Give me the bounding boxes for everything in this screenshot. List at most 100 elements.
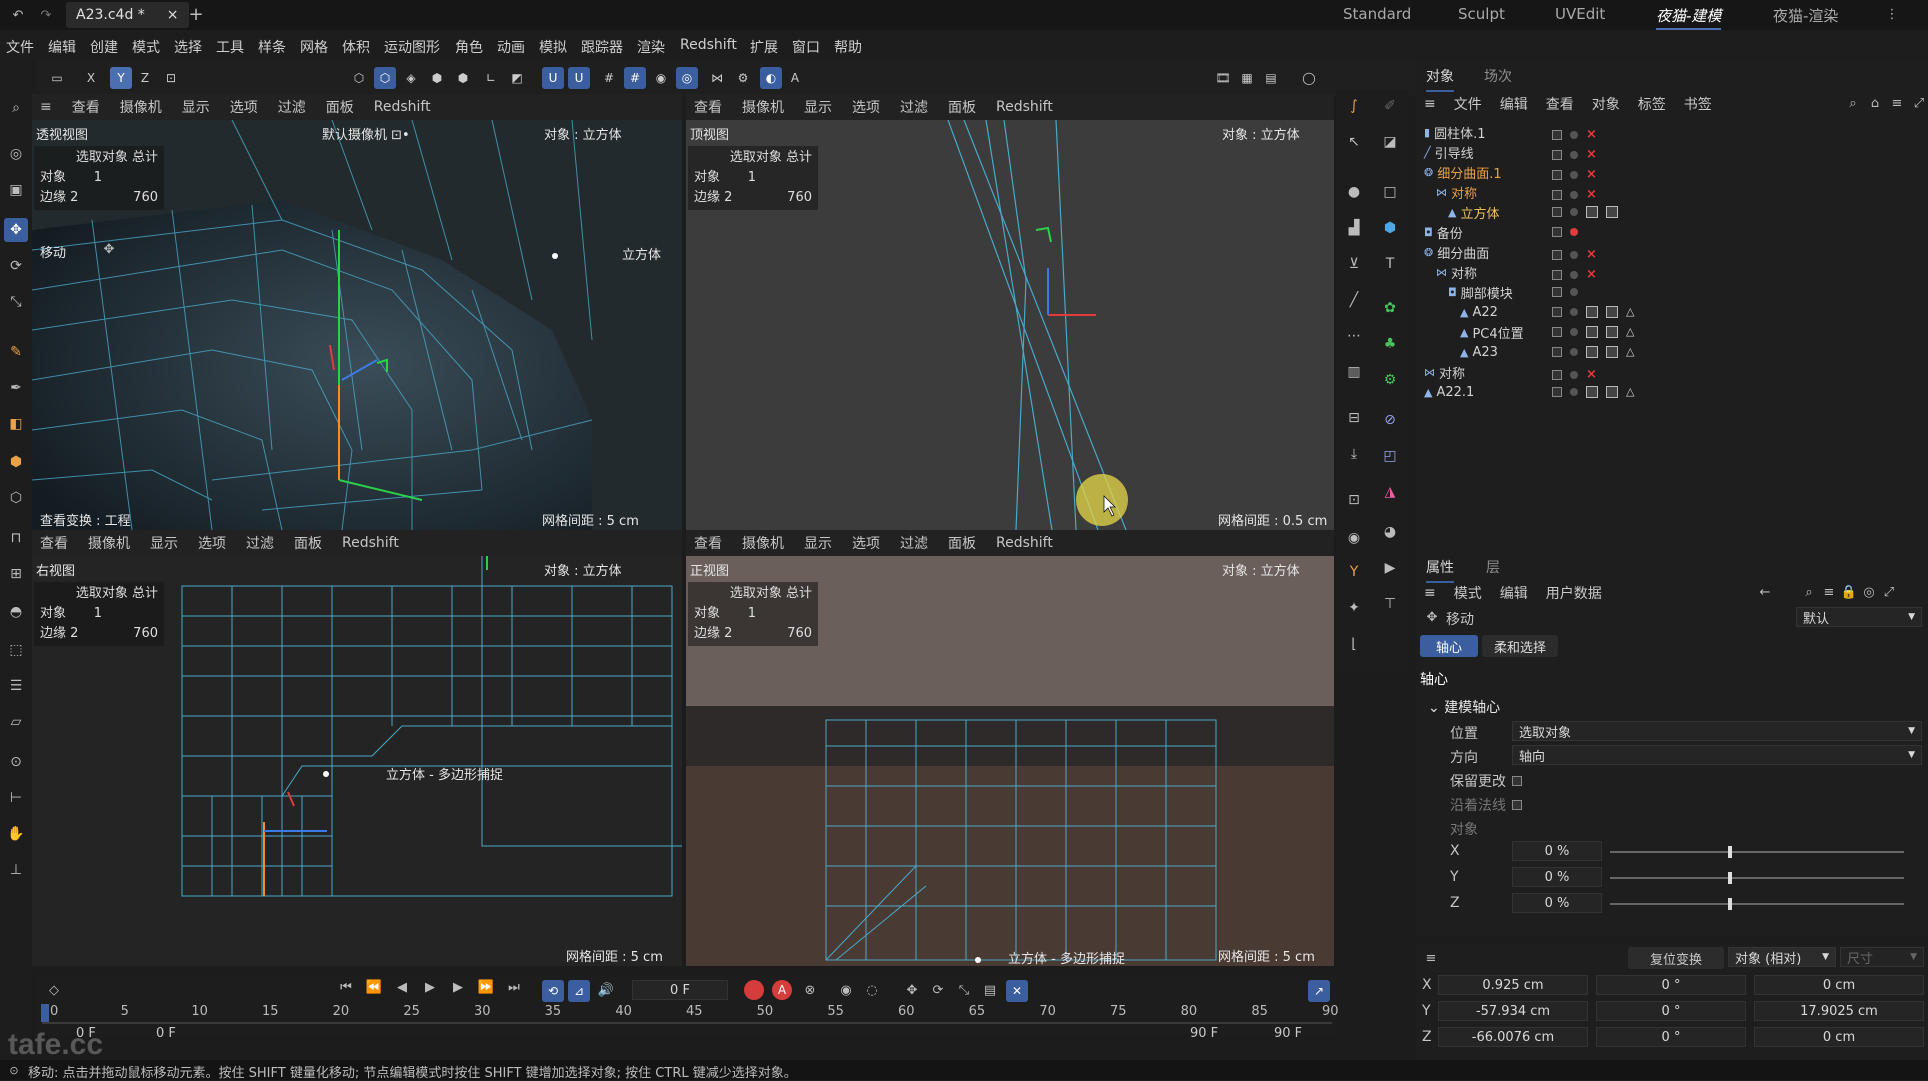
disabled-x-icon[interactable]: × [1586, 127, 1597, 142]
vp-menu-display[interactable]: 显示 [804, 533, 832, 553]
menu-select[interactable]: 选择 [174, 37, 202, 57]
axis-z-button[interactable]: Z [134, 67, 156, 89]
viewport-solo-icon[interactable]: ◐ [760, 67, 782, 89]
workplane-icon[interactable]: ⊓ [4, 526, 28, 550]
preset-dropdown[interactable]: 默认 ▼ [1796, 607, 1922, 627]
tab-objects[interactable]: 对象 [1426, 66, 1454, 92]
menu-redshift[interactable]: Redshift [680, 37, 737, 53]
visibility-dot[interactable] [1570, 328, 1578, 336]
key-pla-icon[interactable]: ✕ [1006, 980, 1028, 1002]
auto-icon[interactable]: A [784, 67, 806, 89]
subtab-pivot[interactable]: 轴心 [1420, 635, 1478, 657]
disabled-x-icon[interactable]: × [1586, 247, 1597, 262]
live-select-icon[interactable]: ◎ [4, 142, 28, 166]
filter-icon[interactable]: ≡ [1888, 94, 1906, 112]
end-frame[interactable]: 90 F [1274, 1026, 1302, 1041]
layer-checkbox[interactable] [1552, 169, 1562, 180]
phong-tag-icon[interactable] [1606, 326, 1618, 338]
keep-changes-checkbox[interactable] [1512, 776, 1522, 786]
ruler-icon[interactable]: ⊥ [4, 858, 28, 882]
drop-icon[interactable]: ⤓ [1342, 442, 1366, 466]
visibility-dot[interactable] [1570, 308, 1578, 316]
vp-menu-camera[interactable]: 摄像机 [742, 533, 784, 553]
vp-menu-panel[interactable]: 面板 [326, 97, 354, 117]
layer-checkbox[interactable] [1552, 129, 1562, 140]
viewport-front[interactable]: 查看 摄像机 显示 选项 过滤 面板 Redshift 正视图 对象 : 立方体… [686, 530, 1334, 966]
hamburger-icon[interactable]: ≡ [1422, 949, 1440, 967]
vp-menu-redshift[interactable]: Redshift [374, 99, 431, 115]
preview-end-frame[interactable]: 90 F [1190, 1026, 1218, 1041]
obj-menu-tags[interactable]: 标签 [1638, 94, 1666, 114]
key-scale-icon[interactable]: ⤡ [954, 980, 974, 1000]
triangle-tag-icon[interactable]: △ [1626, 386, 1638, 398]
play-icon[interactable]: ▶ [420, 980, 440, 995]
axis-y-button[interactable]: Y [110, 67, 132, 89]
viewport-right[interactable]: 查看 摄像机 显示 选项 过滤 面板 Redshift 右视图 对象: 立方体… [32, 530, 682, 966]
vp-menu-filter[interactable]: 过滤 [246, 533, 274, 553]
hand-icon[interactable]: ✋ [4, 822, 28, 846]
axis-slider[interactable] [1610, 872, 1904, 884]
branch-icon[interactable]: Y [1342, 560, 1366, 584]
vp-menu-view[interactable]: 查看 [694, 97, 722, 117]
coord-pos-field[interactable]: 0.925 cm [1438, 975, 1588, 995]
menu-simulate[interactable]: 模拟 [539, 37, 567, 57]
dotted-select-icon[interactable]: ⊡ [1342, 488, 1366, 512]
menu-create[interactable]: 创建 [90, 37, 118, 57]
material-tag-icon[interactable] [1586, 346, 1598, 358]
hamburger-icon[interactable]: ≡ [1424, 585, 1436, 601]
square-icon[interactable]: □ [1378, 180, 1402, 204]
material-tag-icon[interactable] [1586, 206, 1598, 218]
prev-key-icon[interactable]: ⏪ [364, 980, 384, 995]
layer-checkbox[interactable] [1552, 369, 1562, 380]
go-to-start-icon[interactable]: ⏮ [336, 980, 356, 995]
axis-x-button[interactable]: X [80, 67, 102, 89]
coord-system-icon[interactable]: ⊡ [160, 67, 182, 89]
pen-disabled-icon[interactable]: ✐ [1378, 94, 1402, 118]
tab-attributes[interactable]: 属性 [1426, 557, 1454, 583]
viewport-top[interactable]: 查看 摄像机 显示 选项 过滤 面板 Redshift 顶视图 对象 : 立方体… [686, 94, 1334, 530]
field-icon[interactable]: ◮ [1378, 480, 1402, 504]
workplane-snap-icon[interactable]: # [624, 67, 646, 89]
object-row[interactable]: ▲ PC4位置 △ [1416, 322, 1928, 342]
slider-knob[interactable] [1727, 846, 1732, 858]
polygons-mode-icon[interactable]: ◈ [400, 67, 422, 89]
obj-menu-edit[interactable]: 编辑 [1500, 94, 1528, 114]
camera-icon[interactable]: ⊙ [4, 750, 28, 774]
menu-edit[interactable]: 编辑 [48, 37, 76, 57]
coord-rot-field[interactable]: 0 ° [1596, 1001, 1746, 1021]
slider-knob[interactable] [1727, 898, 1732, 910]
viewport-canvas[interactable]: 正视图 对象 : 立方体 选取对象 总计 对象 1 边缘 2 760 立方体 - 多… [686, 556, 1334, 966]
menu-character[interactable]: 角色 [455, 37, 483, 57]
model-mode-icon[interactable]: ⬢ [4, 450, 28, 474]
go-to-end-icon[interactable]: ⏭ [504, 980, 524, 995]
snap-settings-icon[interactable]: U [568, 67, 590, 89]
layer-checkbox[interactable] [1552, 249, 1562, 260]
next-frame-icon[interactable]: ▶ [448, 980, 468, 995]
new-window-icon[interactable]: ⤢ [1880, 583, 1898, 601]
cube-tool-icon[interactable]: ⬚ [4, 638, 28, 662]
deformer-icon[interactable]: ⊘ [1378, 408, 1402, 432]
uv-mode-icon[interactable]: ⬢ [426, 67, 448, 89]
object-mode-icon[interactable]: ⬡ [4, 486, 28, 510]
along-normal-checkbox[interactable] [1512, 800, 1522, 810]
snap-enable-icon[interactable]: U [542, 67, 564, 89]
triangle-tag-icon[interactable]: △ [1626, 326, 1638, 338]
undo-icon[interactable]: ↶ [8, 5, 28, 25]
disabled-x-icon[interactable]: × [1586, 267, 1597, 282]
key-move-icon[interactable]: ✥ [902, 980, 922, 1000]
attr-menu-userdata[interactable]: 用户数据 [1546, 583, 1602, 603]
viewport-canvas[interactable]: 顶视图 对象 : 立方体 选取对象 总计 对象 1 边缘 2 760 网格间距 : … [686, 120, 1334, 530]
grid-snap-icon[interactable]: # [598, 67, 620, 89]
text-icon[interactable]: T [1378, 252, 1402, 276]
object-row[interactable]: ⋈ 对称 × [1416, 262, 1928, 283]
visibility-dot[interactable] [1570, 170, 1578, 179]
render-settings-icon[interactable]: ▤ [1260, 67, 1282, 89]
menu-animate[interactable]: 动画 [497, 37, 525, 57]
axis-mode-icon[interactable]: ∟ [480, 67, 502, 89]
loop-icon[interactable]: ⋯ [1342, 324, 1366, 348]
triangle-tag-icon[interactable]: △ [1626, 346, 1638, 358]
object-row[interactable]: ❂ 细分曲面.1 × [1416, 162, 1928, 183]
vp-menu-options[interactable]: 选项 [852, 533, 880, 553]
viewport-canvas[interactable]: 透视视图 默认摄像机 ⊡• 对象 : 立方体 选取对象 总计 对象 1 边缘 2 7… [32, 120, 682, 530]
rect-select-icon[interactable]: ▣ [4, 178, 28, 202]
